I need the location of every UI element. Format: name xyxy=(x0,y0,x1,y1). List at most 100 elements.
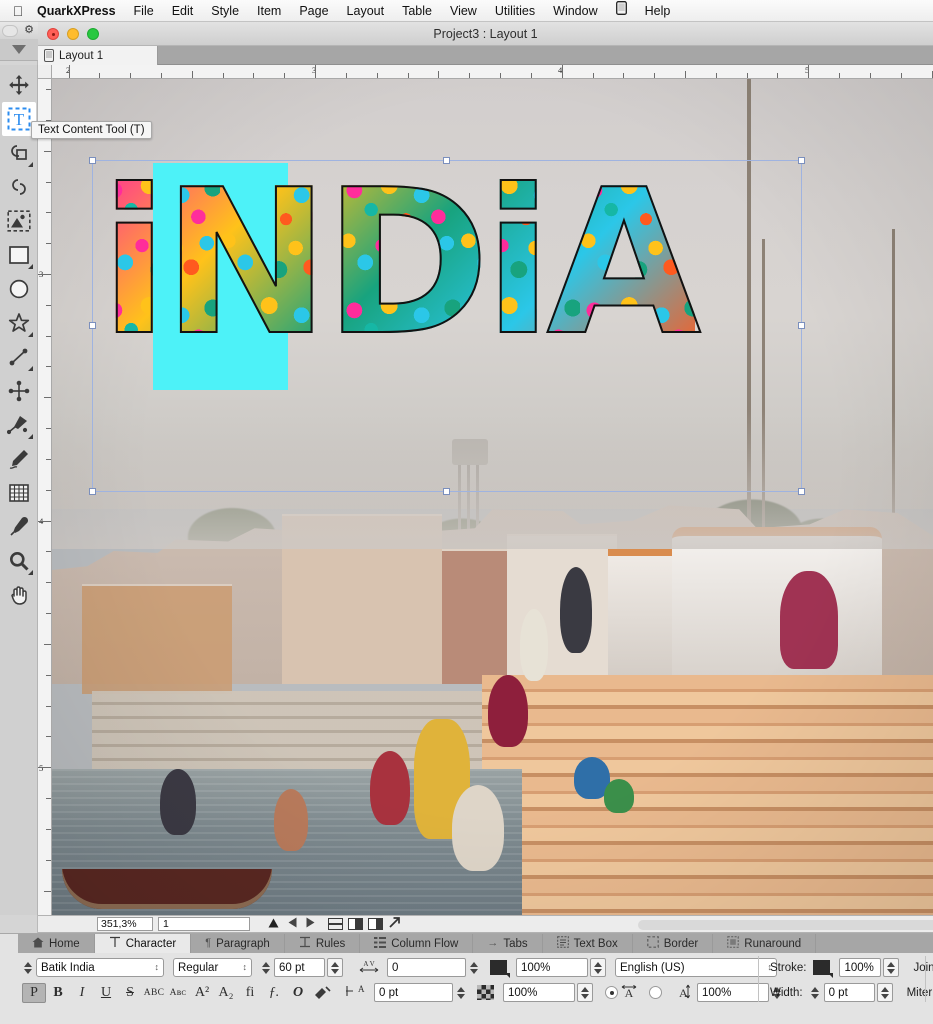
width-stepper[interactable] xyxy=(809,983,821,1002)
split-horizontal-icon[interactable] xyxy=(328,918,343,930)
subscript-style-button[interactable]: A₂ xyxy=(214,983,238,1003)
baseline-shift-stepper[interactable] xyxy=(455,983,467,1002)
eyedropper-tool[interactable] xyxy=(2,510,36,544)
vertical-ruler[interactable]: 3 4 5 xyxy=(38,79,52,915)
tracking-stepper[interactable] xyxy=(468,958,480,977)
resize-handle-bottom-left[interactable] xyxy=(89,488,96,495)
shade-stepper[interactable] xyxy=(577,983,593,1002)
ruler-origin-corner[interactable] xyxy=(38,65,52,79)
plain-style-button[interactable]: P xyxy=(22,982,46,1003)
color-opacity-input[interactable]: 100% xyxy=(516,958,588,977)
zoom-tool[interactable] xyxy=(2,544,36,578)
stroke-opacity-input[interactable]: 100% xyxy=(839,958,882,977)
horizontal-scale-radio[interactable] xyxy=(605,986,618,999)
oval-box-tool[interactable] xyxy=(2,272,36,306)
tracking-input[interactable]: 0 xyxy=(387,958,466,977)
superscript-style-button[interactable]: A² xyxy=(190,983,214,1003)
menu-page[interactable]: Page xyxy=(290,0,337,22)
tab-runaround[interactable]: Runaround xyxy=(713,934,817,953)
tab-character[interactable]: Character xyxy=(94,934,192,953)
outline-style-button[interactable]: O xyxy=(286,983,310,1003)
resize-handle-bottom-center[interactable] xyxy=(443,488,450,495)
font-size-spin-buttons[interactable] xyxy=(327,958,343,977)
single-page-icon[interactable] xyxy=(348,918,363,930)
menu-file[interactable]: File xyxy=(125,0,163,22)
tab-paragraph[interactable]: ¶ Paragraph xyxy=(191,934,285,953)
shadow-style-button[interactable] xyxy=(310,983,334,1003)
small-caps-style-button[interactable]: Aʙᴄ xyxy=(166,983,190,1003)
menu-window[interactable]: Window xyxy=(544,0,606,22)
triangle-right-icon[interactable] xyxy=(306,917,315,931)
width-input[interactable]: 0 pt xyxy=(823,983,875,1002)
language-select[interactable]: English (US) ↕ xyxy=(615,958,777,977)
gear-icon[interactable]: ⚙ xyxy=(24,25,34,36)
shade-checker-icon[interactable] xyxy=(477,985,494,1000)
resize-handle-top-right[interactable] xyxy=(798,157,805,164)
font-style-select[interactable]: Regular ↕ xyxy=(173,958,252,977)
expand-arrow-icon[interactable] xyxy=(388,916,401,932)
all-caps-style-button[interactable]: ABC xyxy=(142,983,166,1003)
document-canvas[interactable]: iNDiA xyxy=(52,79,933,915)
vertical-scale-radio[interactable] xyxy=(649,986,662,999)
item-tool[interactable] xyxy=(2,68,36,102)
line-tool[interactable] xyxy=(2,340,36,374)
rectangle-box-tool[interactable] xyxy=(2,238,36,272)
menu-help[interactable]: Help xyxy=(636,0,680,22)
font-size-stepper[interactable] xyxy=(260,958,272,977)
menu-view[interactable]: View xyxy=(441,0,486,22)
horizontal-ruler[interactable]: 2 3 4 5 xyxy=(52,65,933,79)
page-number-input[interactable]: 1 xyxy=(158,917,250,931)
unlink-text-box-tool[interactable] xyxy=(2,170,36,204)
bezier-pen-tool[interactable] xyxy=(2,408,36,442)
tab-rules[interactable]: Rules xyxy=(285,934,361,953)
tab-border[interactable]: Border xyxy=(633,934,714,953)
freehand-tool[interactable] xyxy=(2,442,36,476)
zoom-level-input[interactable]: 351,3% xyxy=(97,917,153,931)
tab-tabs[interactable]: → Tabs xyxy=(473,934,543,953)
triangle-left-icon[interactable] xyxy=(288,917,297,931)
tab-text-box[interactable]: Text Box xyxy=(543,934,633,953)
resize-handle-middle-right[interactable] xyxy=(798,322,805,329)
pan-tool[interactable] xyxy=(2,578,36,612)
resize-handle-top-left[interactable] xyxy=(89,157,96,164)
triangle-up-icon[interactable] xyxy=(268,917,279,931)
menu-quarkxpress[interactable]: QuarkXPress xyxy=(28,0,125,22)
stroke-opacity-stepper[interactable] xyxy=(883,958,900,977)
text-box-frame[interactable] xyxy=(89,157,805,495)
picture-content-tool[interactable] xyxy=(2,204,36,238)
apple-logo-icon[interactable]:  xyxy=(8,4,28,18)
font-family-stepper[interactable] xyxy=(22,958,34,977)
link-text-box-tool[interactable] xyxy=(2,136,36,170)
facing-pages-icon[interactable] xyxy=(368,918,383,930)
width-spin-buttons[interactable] xyxy=(876,983,893,1002)
resize-handle-top-center[interactable] xyxy=(443,157,450,164)
tab-column-flow[interactable]: Column Flow xyxy=(360,934,474,953)
menu-style[interactable]: Style xyxy=(202,0,248,22)
italic-style-button[interactable]: I xyxy=(70,983,94,1003)
ligature-style-button[interactable]: fi xyxy=(238,983,262,1003)
font-family-input[interactable]: Batik India ↕ xyxy=(36,958,164,977)
menu-table[interactable]: Table xyxy=(393,0,441,22)
resize-handle-bottom-right[interactable] xyxy=(798,488,805,495)
strikethrough-style-button[interactable]: S xyxy=(118,983,142,1003)
resize-handle-middle-left[interactable] xyxy=(89,322,96,329)
bold-style-button[interactable]: B xyxy=(46,983,70,1003)
horizontal-scrollbar[interactable] xyxy=(638,920,933,930)
color-opacity-stepper[interactable] xyxy=(590,958,606,977)
starburst-tool[interactable] xyxy=(2,306,36,340)
bezier-node-tool[interactable] xyxy=(2,374,36,408)
layout-device-icon[interactable] xyxy=(607,0,636,22)
menu-edit[interactable]: Edit xyxy=(163,0,203,22)
shade-input[interactable]: 100% xyxy=(503,983,575,1002)
palette-collapse-toggle[interactable] xyxy=(0,39,38,61)
tables-tool[interactable] xyxy=(2,476,36,510)
text-color-swatch[interactable] xyxy=(490,960,510,978)
opentype-style-button[interactable]: ƒ. xyxy=(262,983,286,1003)
menu-layout[interactable]: Layout xyxy=(338,0,394,22)
underline-style-button[interactable]: U xyxy=(94,983,118,1003)
menu-utilities[interactable]: Utilities xyxy=(486,0,544,22)
layout-tab-layout-1[interactable]: Layout 1 xyxy=(38,46,158,65)
menu-item[interactable]: Item xyxy=(248,0,290,22)
baseline-shift-input[interactable]: 0 pt xyxy=(374,983,453,1002)
font-size-value[interactable]: 60 pt xyxy=(274,958,325,977)
